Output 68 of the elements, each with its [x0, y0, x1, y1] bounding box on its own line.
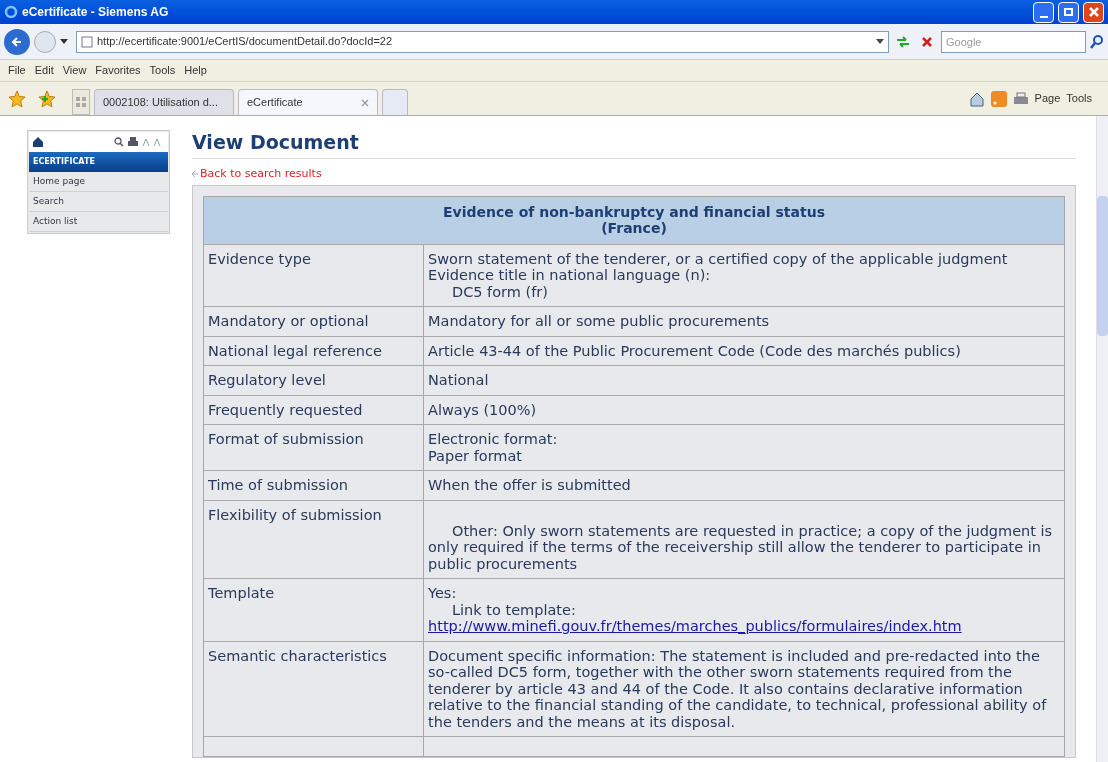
sidebar-item[interactable]: Home page: [29, 172, 168, 192]
arrow-icon: [11, 35, 23, 48]
cell-text: Always (100%): [428, 401, 538, 418]
row-label: Time of submission: [203, 470, 424, 500]
menu-item[interactable]: Favorites: [95, 62, 141, 79]
close-icon: [922, 36, 932, 47]
cell-text: Sworn statement of the tenderer, or a certified copy of the applicable judgment: [428, 250, 1009, 267]
browser-tab[interactable]: eCertificate: [238, 89, 378, 115]
menu-item[interactable]: File: [8, 62, 26, 79]
cell-text: Mandatory for all or some public procurements: [428, 313, 771, 330]
row-label: Flexibility of submission: [203, 500, 424, 579]
row-label: Mandatory or optional: [203, 306, 424, 336]
cell-text: DC5 form (fr): [451, 283, 549, 300]
cell-text: Evidence title in national language (n):: [428, 267, 712, 284]
dropdown-caret-icon[interactable]: [876, 39, 884, 44]
cell-text: Document specific information: The statement is included and pre-redacted into the so-called DC5 form, together with the other sworn statements required from the tenderer by article 43 and 44 of the Code. It also contains declarative information relative to the financial standing of the candidate, to technical, professional ability of the tenders and the means at its disposal.: [428, 647, 1048, 730]
search-icon[interactable]: [114, 137, 124, 147]
row-label: Regulatory level: [203, 365, 424, 395]
cell-text: Article 43-44 of the Public Procurement Code (Code des marchés publics): [428, 342, 962, 359]
page-menu-button[interactable]: Page: [1034, 90, 1061, 107]
browser-tab[interactable]: 0002108: Utilisation d...: [94, 89, 234, 115]
printer-icon[interactable]: [128, 137, 138, 147]
back-button[interactable]: [4, 28, 30, 55]
row-label: National legal reference: [203, 336, 424, 366]
menu-item[interactable]: Tools: [149, 62, 176, 79]
dropdown-caret-icon[interactable]: [60, 39, 68, 44]
cell-text: Paper format: [428, 447, 524, 464]
close-icon[interactable]: [361, 98, 369, 107]
page-title: View Document: [192, 130, 1076, 159]
cell-text: Link to template:: [451, 601, 577, 618]
cell-text: National: [428, 372, 490, 389]
cell-text: Electronic format:: [428, 431, 559, 448]
minimize-button[interactable]: [1033, 1, 1054, 23]
sidebar-heading: ECERTIFICATE: [29, 152, 168, 172]
sidebar-item[interactable]: Search: [29, 192, 168, 212]
arrow-icon: [192, 171, 198, 178]
menu-item[interactable]: View: [62, 62, 87, 79]
cell-text: Other: Only sworn statements are requested in practice; a copy of the judgment is only required if the terms of the receivership still allow the tenderer to participate in public procurements: [428, 521, 1054, 572]
sidebar-item[interactable]: Action list: [29, 212, 168, 232]
cell-text: When the offer is submitted: [428, 477, 632, 494]
grid-icon: [76, 97, 86, 107]
printer-icon[interactable]: [1012, 90, 1029, 107]
row-label: Frequently requested: [203, 395, 424, 425]
row-label: Evidence type: [203, 244, 424, 307]
home-icon[interactable]: [33, 137, 43, 147]
search-field[interactable]: Google: [941, 30, 1086, 53]
browser-icon: [4, 5, 18, 19]
address-field[interactable]: http://ecertificate:9001/eCertIS/documentDetail.do?docId=22: [76, 30, 889, 53]
search-icon[interactable]: [1090, 34, 1104, 49]
back-link[interactable]: Back to search results: [192, 166, 322, 183]
menu-item[interactable]: Help: [184, 62, 207, 79]
page-icon: [81, 35, 93, 48]
tools-menu-button[interactable]: Tools: [1066, 90, 1092, 107]
close-icon: [1088, 7, 1099, 17]
cell-text: Yes:: [428, 585, 458, 602]
menu-item[interactable]: Edit: [34, 62, 54, 79]
add-favorite-icon[interactable]: [38, 89, 56, 108]
window-title: eCertificate - Siemens AG: [22, 4, 170, 21]
restore-button[interactable]: [1058, 1, 1079, 23]
template-link[interactable]: http://www.minefi.gouv.fr/themes/marches_publics/formulaires/index.htm: [428, 618, 1060, 635]
close-button[interactable]: [1083, 1, 1104, 23]
favorites-star-icon[interactable]: [8, 89, 26, 108]
home-icon[interactable]: [968, 90, 985, 107]
row-label: Format of submission: [203, 424, 424, 471]
row-label: Semantic characteristics: [203, 641, 424, 737]
row-label: Template: [203, 578, 424, 641]
refresh-icon: [896, 35, 910, 48]
table-title: Evidence of non-bankruptcy and financial status (France): [203, 196, 1065, 244]
